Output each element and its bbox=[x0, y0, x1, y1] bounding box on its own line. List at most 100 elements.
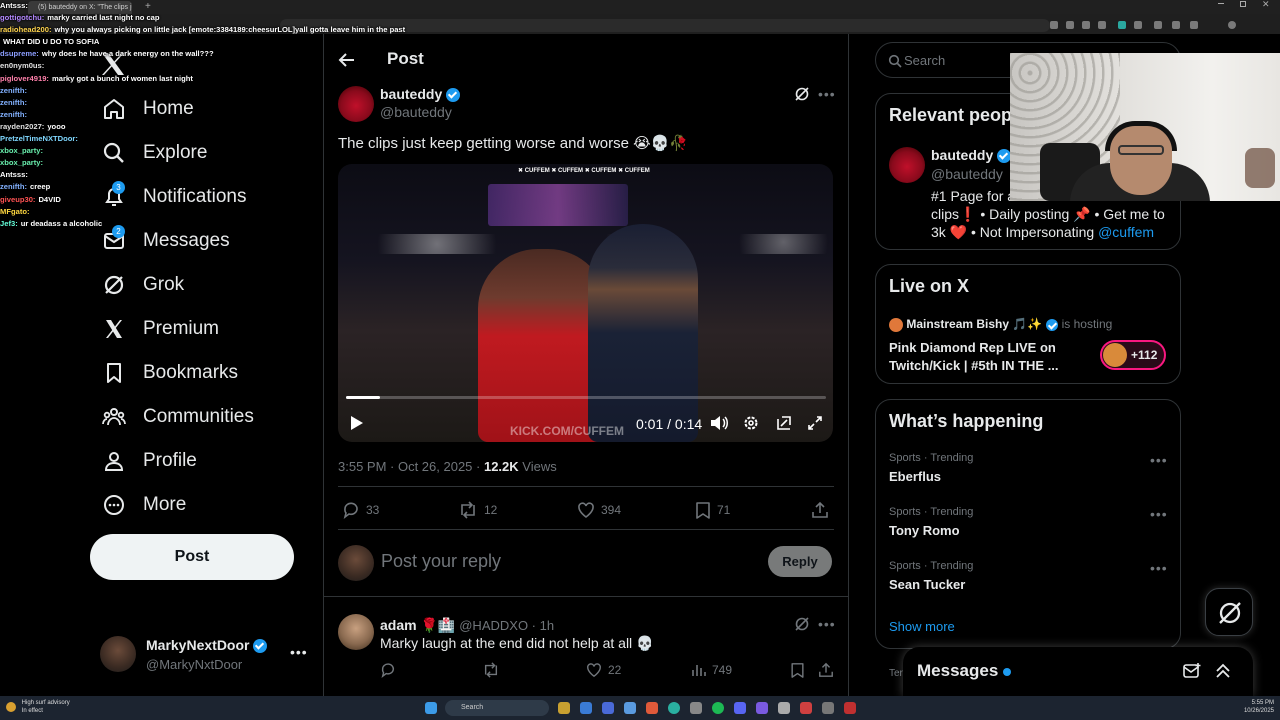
like-action[interactable]: 394 bbox=[577, 501, 621, 519]
post-button[interactable]: Post bbox=[90, 534, 294, 580]
weather-widget[interactable]: High surf advisory In effect bbox=[6, 699, 70, 715]
app-icon[interactable] bbox=[690, 702, 702, 714]
extension-icon[interactable] bbox=[1050, 21, 1058, 29]
nav-communities[interactable]: Communities bbox=[100, 397, 254, 437]
trend-name: Sean Tucker bbox=[889, 577, 966, 592]
app-icon[interactable] bbox=[778, 702, 790, 714]
video-player[interactable]: ✖ CUFFEM ✖ CUFFEM ✖ CUFFEM ✖ CUFFEM KICK… bbox=[338, 164, 833, 442]
extension-icon[interactable] bbox=[1190, 21, 1198, 29]
more-dots-icon[interactable]: ••• bbox=[1150, 506, 1168, 522]
more-dots-icon[interactable]: ••• bbox=[1150, 452, 1168, 468]
profile-icon bbox=[102, 449, 126, 473]
repost-count: 12 bbox=[484, 503, 498, 517]
relevant-handle[interactable]: @bauteddy bbox=[931, 166, 1003, 182]
trend-item[interactable]: Sports · Trending Tony Romo ••• bbox=[889, 506, 1179, 556]
share-icon[interactable] bbox=[811, 501, 829, 519]
avatar[interactable] bbox=[338, 614, 374, 650]
back-arrow-icon[interactable] bbox=[338, 51, 356, 69]
maximize-icon[interactable] bbox=[1240, 1, 1246, 7]
more-dots-icon[interactable]: ••• bbox=[818, 616, 836, 632]
minimize-icon[interactable] bbox=[1218, 3, 1224, 4]
taskbar-clock[interactable]: 5:55 PM 10/26/2025 bbox=[1230, 699, 1274, 715]
repost-action[interactable]: 12 bbox=[458, 501, 497, 519]
extension-icon[interactable] bbox=[1118, 21, 1126, 29]
grok-floating-button[interactable] bbox=[1205, 588, 1253, 636]
app-icon[interactable] bbox=[580, 702, 592, 714]
author-name-row[interactable]: bauteddy bbox=[380, 86, 461, 103]
app-icon[interactable] bbox=[668, 702, 680, 714]
app-icon[interactable] bbox=[602, 702, 614, 714]
search-input[interactable]: Search bbox=[904, 53, 945, 68]
grok-icon[interactable] bbox=[794, 86, 810, 102]
windows-start-icon[interactable] bbox=[425, 702, 437, 714]
nav-premium[interactable]: Premium bbox=[100, 309, 219, 349]
app-icon[interactable] bbox=[558, 702, 570, 714]
star-icon[interactable] bbox=[1098, 21, 1106, 29]
spotify-icon[interactable] bbox=[712, 702, 724, 714]
relevant-name-row[interactable]: bauteddy bbox=[931, 147, 1012, 164]
play-icon[interactable] bbox=[350, 415, 364, 431]
settings-gear-icon[interactable] bbox=[743, 415, 759, 431]
reply-author-name[interactable]: adam bbox=[380, 617, 417, 633]
bookmark-action[interactable]: 71 bbox=[695, 501, 730, 519]
reply-views-action[interactable]: 749 bbox=[690, 662, 732, 678]
fullscreen-icon[interactable] bbox=[807, 415, 823, 431]
trend-item[interactable]: Sports · Trending Sean Tucker ••• bbox=[889, 560, 1179, 610]
more-dots-icon[interactable]: ••• bbox=[818, 86, 836, 102]
app-icon[interactable] bbox=[624, 702, 636, 714]
profile-icon[interactable] bbox=[1228, 21, 1236, 29]
nav-messages-label: Messages bbox=[143, 230, 230, 251]
taskbar-search[interactable]: Search bbox=[445, 700, 549, 716]
post-timestamp[interactable]: 3:55 PM · Oct 26, 2025 · bbox=[338, 459, 484, 474]
more-dots-icon[interactable]: ••• bbox=[290, 644, 308, 660]
close-window-icon[interactable]: ✕ bbox=[1262, 0, 1270, 10]
author-avatar[interactable] bbox=[338, 86, 374, 122]
extension-icon[interactable] bbox=[1134, 21, 1142, 29]
avatar[interactable] bbox=[889, 147, 925, 183]
live-stream-title[interactable]: Pink Diamond Rep LIVE on Twitch/Kick | #… bbox=[889, 339, 1069, 375]
repost-icon[interactable] bbox=[482, 662, 500, 678]
trend-item[interactable]: Sports · Trending Eberflus ••• bbox=[889, 452, 1179, 502]
author-name[interactable]: bauteddy bbox=[380, 86, 442, 102]
bookmark-icon[interactable] bbox=[790, 662, 805, 678]
live-listeners-pill[interactable]: +112 bbox=[1100, 340, 1166, 370]
account-switcher[interactable]: MarkyNextDoor @MarkyNxtDoor ••• bbox=[100, 634, 310, 676]
extension-icon[interactable] bbox=[1154, 21, 1162, 29]
zoom-icon[interactable] bbox=[1066, 21, 1074, 29]
live-host-name[interactable]: Mainstream Bishy 🎵✨ bbox=[906, 317, 1042, 331]
nav-more[interactable]: More bbox=[100, 485, 186, 525]
picture-in-picture-icon[interactable] bbox=[776, 415, 792, 431]
nav-profile[interactable]: Profile bbox=[100, 441, 197, 481]
extension-icon[interactable] bbox=[1172, 21, 1180, 29]
bookmark-count: 71 bbox=[717, 503, 731, 517]
reply-like-action[interactable]: 22 bbox=[586, 662, 621, 678]
reply-action[interactable]: 33 bbox=[342, 501, 379, 519]
author-handle[interactable]: @bauteddy bbox=[380, 104, 452, 120]
reply-author-handle[interactable]: @HADDXO · 1h bbox=[459, 618, 554, 633]
app-icon[interactable] bbox=[800, 702, 812, 714]
share-icon[interactable] bbox=[818, 662, 834, 678]
nav-bookmarks[interactable]: Bookmarks bbox=[100, 353, 238, 393]
settings-gear-icon[interactable] bbox=[822, 702, 834, 714]
reply-input[interactable]: Post your reply bbox=[381, 551, 501, 572]
app-icon[interactable] bbox=[756, 702, 768, 714]
chevron-up-icon[interactable] bbox=[1214, 662, 1232, 680]
grok-icon[interactable] bbox=[794, 616, 810, 632]
volume-icon[interactable] bbox=[710, 415, 728, 431]
app-icon[interactable] bbox=[734, 702, 746, 714]
more-dots-icon[interactable]: ••• bbox=[1150, 560, 1168, 576]
reply-author-row[interactable]: adam 🌹🏥 @HADDXO · 1h bbox=[380, 617, 554, 634]
live-host-row[interactable]: Mainstream Bishy 🎵✨ is hosting bbox=[889, 317, 1112, 332]
app-icon[interactable] bbox=[844, 702, 856, 714]
show-more-link[interactable]: Show more bbox=[889, 619, 955, 634]
reply-button[interactable]: Reply bbox=[768, 546, 832, 577]
nav-grok[interactable]: Grok bbox=[100, 265, 184, 305]
app-icon[interactable] bbox=[646, 702, 658, 714]
bio-mention-link[interactable]: @cuffem bbox=[1098, 224, 1154, 240]
reply-icon[interactable] bbox=[380, 662, 396, 678]
video-progress-track[interactable] bbox=[346, 396, 826, 399]
relevant-name[interactable]: bauteddy bbox=[931, 147, 993, 163]
terms-link[interactable]: Ter bbox=[889, 668, 903, 679]
share-icon[interactable] bbox=[1082, 21, 1090, 29]
new-message-icon[interactable] bbox=[1183, 662, 1201, 680]
